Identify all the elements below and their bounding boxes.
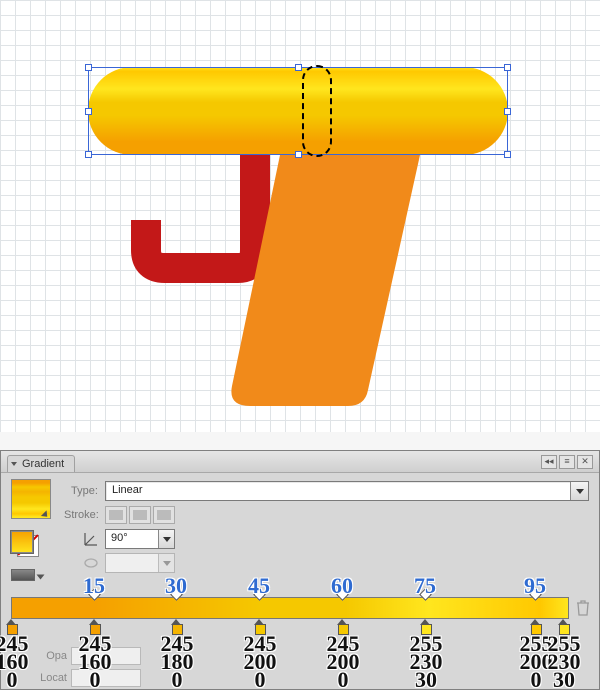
flyout-menu-button[interactable]: ≡: [559, 455, 575, 469]
gradient-color-stop[interactable]: [89, 619, 100, 634]
annotation-rgb: 25523030: [541, 635, 587, 689]
gradient-angle-value: 90°: [111, 532, 128, 544]
gradient-panel: Gradient ◂◂ ≡ ✕ Type: Linear Stroke: 90°: [0, 450, 600, 690]
aspect-ratio-field: [105, 553, 175, 573]
annotation-rgb: 25523030: [403, 635, 449, 689]
annotation-rgb: 2452000: [237, 635, 283, 689]
annotation-rgb: 2552000: [513, 635, 559, 689]
opacity-row: Opa: [15, 647, 141, 665]
gradient-midpoint[interactable]: [171, 587, 182, 602]
gradient-midpoint[interactable]: [254, 587, 265, 602]
collapse-button[interactable]: ◂◂: [541, 455, 557, 469]
stroke-option-within[interactable]: [105, 506, 127, 524]
gradient-color-stop[interactable]: [337, 619, 348, 634]
aspect-ratio-icon: [83, 555, 99, 571]
gradient-color-stop[interactable]: [530, 619, 541, 634]
stroke-option-along[interactable]: [129, 506, 151, 524]
gradient-midpoint[interactable]: [530, 587, 541, 602]
annotation-rgb: 2452000: [320, 635, 366, 689]
chevron-down-icon[interactable]: [570, 482, 588, 500]
panel-tab-gradient[interactable]: Gradient: [7, 455, 75, 472]
fill-stroke-proxy[interactable]: [11, 531, 43, 559]
fill-swatch[interactable]: [11, 531, 33, 553]
separator-gap: [0, 432, 600, 450]
gradient-angle-field[interactable]: 90°: [105, 529, 175, 549]
panel-header: Gradient ◂◂ ≡ ✕: [1, 451, 599, 473]
location-field: [71, 669, 141, 687]
gradient-color-stop[interactable]: [558, 619, 569, 634]
annotation-rgb: 2451800: [154, 635, 200, 689]
gradient-midpoint[interactable]: [420, 587, 431, 602]
panel-body: Type: Linear Stroke: 90°: [1, 473, 599, 691]
opacity-label: Opa: [15, 650, 67, 662]
selection-handle[interactable]: [295, 151, 302, 158]
selection-handle[interactable]: [85, 151, 92, 158]
angle-icon: [83, 531, 99, 547]
location-row: Locat: [15, 669, 141, 687]
selection-bounding-box[interactable]: [88, 67, 508, 155]
delete-stop-button[interactable]: [575, 599, 591, 617]
stroke-option-across[interactable]: [153, 506, 175, 524]
selection-handle[interactable]: [85, 108, 92, 115]
gradient-midpoint[interactable]: [89, 587, 100, 602]
close-panel-button[interactable]: ✕: [577, 455, 593, 469]
selection-handle[interactable]: [504, 108, 511, 115]
chevron-down-icon: [158, 554, 174, 572]
location-label: Locat: [15, 672, 67, 684]
gradient-color-stop[interactable]: [6, 619, 17, 634]
gradient-color-stop[interactable]: [171, 619, 182, 634]
stroke-label: Stroke:: [64, 509, 99, 521]
gradient-type-value: Linear: [112, 484, 143, 496]
ring-selection-marquee[interactable]: [302, 65, 332, 157]
gradient-type-select[interactable]: Linear: [105, 481, 589, 501]
gradient-midpoint[interactable]: [337, 587, 348, 602]
selection-handle[interactable]: [295, 64, 302, 71]
stroke-gradient-options: [105, 506, 175, 524]
type-label: Type:: [71, 485, 98, 497]
opacity-field: [71, 647, 141, 665]
artboard-canvas[interactable]: [0, 0, 600, 432]
selection-handle[interactable]: [85, 64, 92, 71]
selection-handle[interactable]: [504, 151, 511, 158]
selection-handle[interactable]: [504, 64, 511, 71]
chevron-down-icon[interactable]: [158, 530, 174, 548]
gradient-color-stop[interactable]: [254, 619, 265, 634]
gradient-color-stop[interactable]: [420, 619, 431, 634]
reverse-gradient-button[interactable]: [11, 569, 35, 581]
